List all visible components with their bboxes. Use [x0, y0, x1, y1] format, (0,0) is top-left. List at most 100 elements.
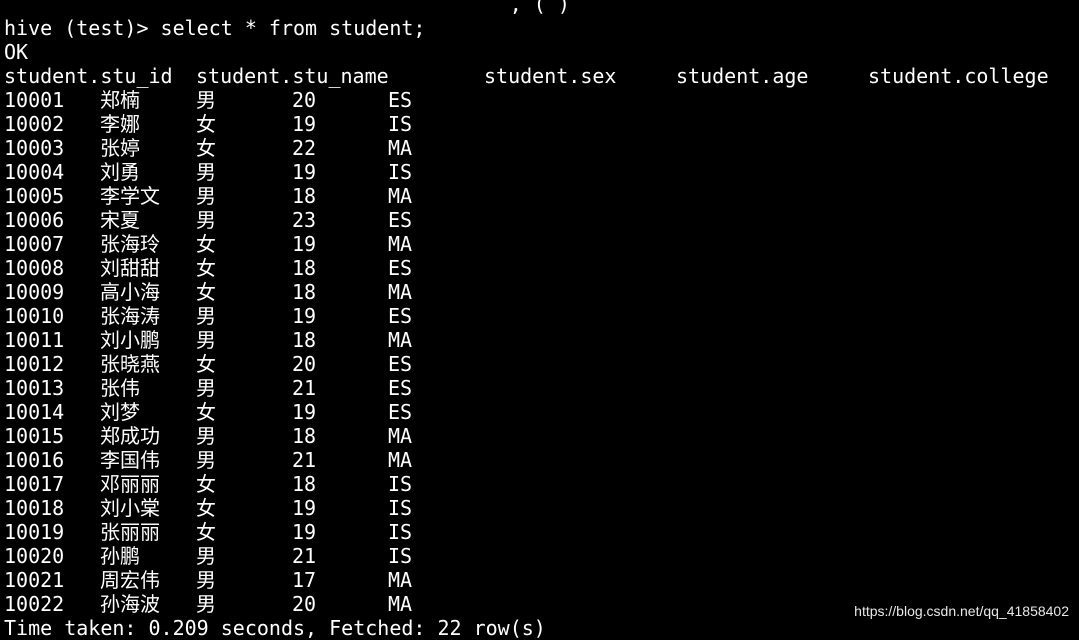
- table-row: 10015 郑成功 男 18 MA: [4, 424, 1079, 448]
- table-row: 10017 邓丽丽 女 18 IS: [4, 472, 1079, 496]
- cell-stu-name: 张伟: [100, 376, 140, 400]
- cell-stu-name: 刘甜甜: [100, 256, 160, 280]
- table-row: 10020 孙鹏 男 21 IS: [4, 544, 1079, 568]
- cell-sex: 女: [196, 496, 216, 520]
- cell-stu-name: 刘勇: [100, 160, 140, 184]
- cell-stu-id: 10022: [4, 592, 65, 616]
- cell-age: 17: [292, 568, 317, 592]
- cell-stu-name: 郑楠: [100, 88, 140, 112]
- cell-age: 19: [292, 112, 317, 136]
- cell-sex: 男: [196, 544, 216, 568]
- cell-college: IS: [388, 472, 413, 496]
- cell-stu-name: 李国伟: [100, 448, 160, 472]
- cell-sex: 男: [196, 208, 216, 232]
- cell-college: IS: [388, 160, 413, 184]
- cell-age: 23: [292, 208, 317, 232]
- cell-stu-id: 10012: [4, 352, 65, 376]
- cell-age: 20: [292, 592, 317, 616]
- cell-sex: 女: [196, 112, 216, 136]
- command-prompt: hive (test)> select * from student;: [4, 16, 426, 40]
- cell-age: 22: [292, 136, 317, 160]
- table-row: 10014 刘梦 女 19 ES: [4, 400, 1079, 424]
- query-footer: Time taken: 0.209 seconds, Fetched: 22 r…: [4, 616, 546, 640]
- table-row: 10006 宋夏 男 23 ES: [4, 208, 1079, 232]
- cell-sex: 女: [196, 136, 216, 160]
- cell-age: 18: [292, 472, 317, 496]
- cell-age: 19: [292, 304, 317, 328]
- table-row: 10004 刘勇 男 19 IS: [4, 160, 1079, 184]
- cell-college: ES: [388, 376, 413, 400]
- cell-sex: 男: [196, 592, 216, 616]
- cell-stu-name: 孙鹏: [100, 544, 140, 568]
- cell-stu-name: 张海涛: [100, 304, 160, 328]
- result-rows: 10001 郑楠男 20 ES 10002 李娜女 19 IS 10003 张婷女 22 MA 1000…: [4, 88, 1079, 616]
- cell-college: IS: [388, 520, 413, 544]
- cell-age: 21: [292, 376, 317, 400]
- cell-college: MA: [388, 424, 413, 448]
- cell-age: 21: [292, 544, 317, 568]
- cell-sex: 男: [196, 160, 216, 184]
- cell-stu-name: 郑成功: [100, 424, 160, 448]
- cell-sex: 女: [196, 280, 216, 304]
- table-row: 10012 张晓燕 女 20 ES: [4, 352, 1079, 376]
- cell-stu-id: 10009: [4, 280, 65, 304]
- cell-age: 18: [292, 256, 317, 280]
- cell-stu-id: 10013: [4, 376, 65, 400]
- cell-stu-id: 10006: [4, 208, 65, 232]
- result-header: student.stu_id student.stu_name student.…: [4, 64, 1079, 88]
- cell-sex: 女: [196, 472, 216, 496]
- cell-college: MA: [388, 184, 413, 208]
- table-row: 10005 李学文 男 18 MA: [4, 184, 1079, 208]
- table-row: 10001 郑楠 男 20 ES: [4, 88, 1079, 112]
- cell-college: MA: [388, 568, 413, 592]
- cell-stu-name: 高小海: [100, 280, 160, 304]
- cell-stu-id: 10008: [4, 256, 65, 280]
- header-stu-name: student.stu_name: [196, 64, 389, 88]
- cell-sex: 男: [196, 328, 216, 352]
- cell-college: ES: [388, 208, 413, 232]
- cell-college: ES: [388, 400, 413, 424]
- cell-college: MA: [388, 592, 413, 616]
- cell-sex: 女: [196, 256, 216, 280]
- header-stu-id: student.stu_id: [4, 64, 173, 88]
- table-row: 10013 张伟 男 21 ES: [4, 376, 1079, 400]
- cell-stu-id: 10017: [4, 472, 65, 496]
- cell-stu-id: 10004: [4, 160, 65, 184]
- cell-stu-id: 10015: [4, 424, 65, 448]
- cell-stu-name: 张晓燕: [100, 352, 160, 376]
- table-row: 10019 张丽丽 女 19 IS: [4, 520, 1079, 544]
- cell-sex: 女: [196, 352, 216, 376]
- cell-stu-id: 10014: [4, 400, 65, 424]
- cell-college: MA: [388, 448, 413, 472]
- cell-college: IS: [388, 496, 413, 520]
- cell-stu-name: 刘梦: [100, 400, 140, 424]
- cell-age: 21: [292, 448, 317, 472]
- cell-college: MA: [388, 232, 413, 256]
- table-row: 10003 张婷 女 22 MA: [4, 136, 1079, 160]
- cell-stu-id: 10003: [4, 136, 65, 160]
- cell-sex: 男: [196, 88, 216, 112]
- cell-age: 19: [292, 232, 317, 256]
- cell-stu-name: 张丽丽: [100, 520, 160, 544]
- cell-stu-id: 10011: [4, 328, 65, 352]
- cell-stu-id: 10016: [4, 448, 65, 472]
- cell-stu-name: 李学文: [100, 184, 160, 208]
- cell-stu-name: 李娜: [100, 112, 140, 136]
- cell-age: 19: [292, 400, 317, 424]
- previous-output-line: , ( ): [4, 0, 570, 16]
- terminal-window[interactable]: , ( ) hive (test)> select * from student…: [4, 0, 1079, 640]
- table-row: 10009 高小海 女 18 MA: [4, 280, 1079, 304]
- table-row: 10008 刘甜甜 女 18 ES: [4, 256, 1079, 280]
- cell-sex: 男: [196, 304, 216, 328]
- cell-age: 18: [292, 280, 317, 304]
- cell-stu-name: 刘小鹏: [100, 328, 160, 352]
- table-row: 10010 张海涛 男 19 ES: [4, 304, 1079, 328]
- cell-age: 20: [292, 88, 317, 112]
- cell-sex: 男: [196, 184, 216, 208]
- status-line: OK: [4, 40, 29, 64]
- cell-age: 18: [292, 328, 317, 352]
- cell-sex: 男: [196, 448, 216, 472]
- cell-stu-name: 刘小棠: [100, 496, 160, 520]
- cell-college: ES: [388, 88, 413, 112]
- cell-sex: 女: [196, 232, 216, 256]
